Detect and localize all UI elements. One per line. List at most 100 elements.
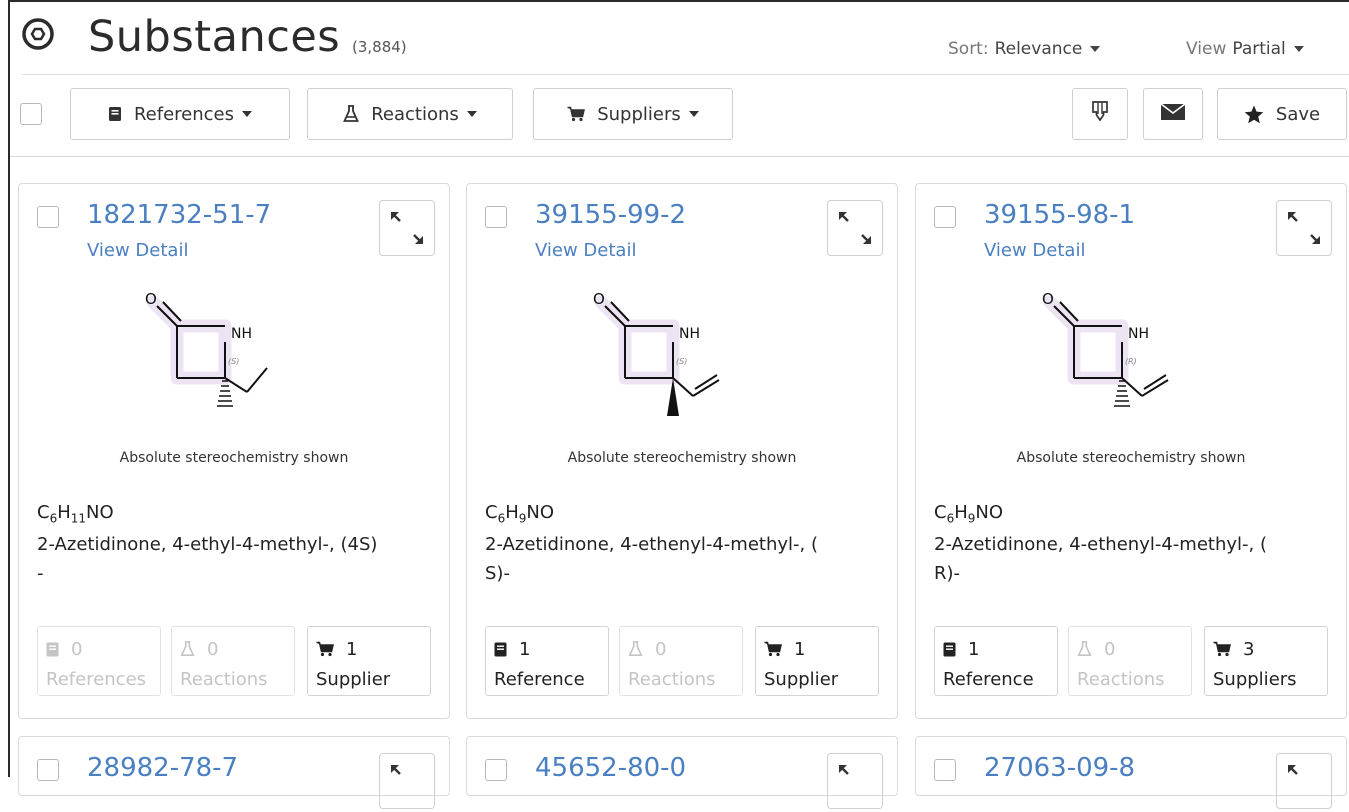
window-frame-top	[8, 0, 1349, 2]
flask-icon	[628, 641, 643, 657]
stereochemistry-note: Absolute stereochemistry shown	[1016, 450, 1246, 466]
molecular-formula: C6H11NO	[37, 502, 114, 526]
substance-card: 39155-98-1 View Detail O NH (R) Absolute…	[915, 183, 1347, 719]
substance-checkbox[interactable]	[37, 759, 59, 781]
reactions-dropdown-button[interactable]: Reactions	[307, 88, 513, 140]
reactions-count-button[interactable]: 0 Reactions	[619, 626, 743, 696]
substance-checkbox[interactable]	[485, 206, 507, 228]
email-button[interactable]	[1143, 88, 1203, 140]
substance-card: 27063-09-8	[915, 736, 1347, 809]
view-dropdown[interactable]: View Partial	[1186, 39, 1304, 59]
oxygen-atom-label: O	[593, 290, 605, 308]
page-title: Substances	[88, 12, 341, 62]
chevron-down-icon	[688, 111, 699, 117]
reactions-count-button[interactable]: 0 Reactions	[1068, 626, 1192, 696]
substance-card: 1821732-51-7 View Detail O NH (S) Absolu…	[18, 183, 450, 719]
download-icon	[1091, 100, 1109, 128]
download-button[interactable]	[1072, 88, 1128, 140]
expand-icon	[391, 212, 423, 244]
chevron-down-icon	[1090, 46, 1101, 52]
substance-name: 2-Azetidinone, 4-ethenyl-4-methyl-, (S)-	[485, 534, 818, 584]
expand-button[interactable]	[1276, 200, 1332, 256]
molecular-formula: C6H9NO	[485, 502, 555, 526]
toolbar-divider	[10, 156, 1349, 157]
substance-name: 2-Azetidinone, 4-ethenyl-4-methyl-, (R)-	[934, 534, 1267, 584]
references-count-button[interactable]: 1 Reference	[934, 626, 1058, 696]
cas-number-link[interactable]: 45652-80-0	[535, 753, 686, 783]
substance-checkbox[interactable]	[37, 206, 59, 228]
view-detail-link[interactable]: View Detail	[984, 240, 1085, 261]
page-header: Substances (3,884) Sort: Relevance View Pa…	[22, 6, 1349, 70]
suppliers-button-label: Suppliers	[597, 103, 681, 125]
cart-icon	[316, 641, 334, 657]
book-icon	[494, 642, 507, 657]
suppliers-count-button[interactable]: 1 Supplier	[307, 626, 431, 696]
view-detail-link[interactable]: View Detail	[535, 240, 636, 261]
expand-icon	[391, 765, 401, 775]
book-icon	[108, 106, 122, 122]
sort-label: Sort:	[948, 39, 989, 59]
sort-dropdown[interactable]: Sort: Relevance	[948, 39, 1101, 59]
stereochemistry-note: Absolute stereochemistry shown	[119, 450, 349, 466]
cas-number-link[interactable]: 27063-09-8	[984, 753, 1135, 783]
nitrogen-atom-label: NH	[231, 326, 252, 342]
references-count-button[interactable]: 0 References	[37, 626, 161, 696]
suppliers-count-button[interactable]: 3 Suppliers	[1204, 626, 1328, 696]
molecule-structure-image: O NH (R)	[1042, 290, 1169, 407]
chevron-down-icon	[466, 111, 477, 117]
flask-icon	[1077, 641, 1092, 657]
expand-button[interactable]	[379, 753, 435, 809]
expand-icon	[1288, 765, 1298, 775]
molecule-structure-image: O NH (S)	[593, 290, 720, 416]
reactions-button-label: Reactions	[371, 103, 459, 125]
expand-icon	[839, 765, 849, 775]
chevron-down-icon	[1293, 46, 1304, 52]
star-icon	[1244, 105, 1264, 124]
expand-icon	[1288, 212, 1320, 244]
oxygen-atom-label: O	[145, 290, 157, 308]
cart-icon	[764, 641, 782, 657]
molecular-formula: C6H9NO	[934, 502, 1004, 526]
result-count: (3,884)	[352, 38, 407, 56]
suppliers-count-button[interactable]: 1 Supplier	[755, 626, 879, 696]
nitrogen-atom-label: NH	[1128, 326, 1149, 342]
substance-checkbox[interactable]	[485, 759, 507, 781]
references-count-button[interactable]: 1 Reference	[485, 626, 609, 696]
expand-button[interactable]	[827, 753, 883, 809]
cas-number-link[interactable]: 39155-98-1	[984, 200, 1135, 230]
cas-number-link[interactable]: 28982-78-7	[87, 753, 238, 783]
view-detail-link[interactable]: View Detail	[87, 240, 188, 261]
select-all-checkbox[interactable]	[20, 103, 42, 125]
window-frame-left	[8, 0, 10, 777]
save-button[interactable]: Save	[1217, 88, 1347, 140]
expand-button[interactable]	[379, 200, 435, 256]
substance-checkbox[interactable]	[934, 759, 956, 781]
view-label: View	[1186, 39, 1227, 59]
book-icon	[943, 642, 956, 657]
sort-value: Relevance	[994, 39, 1083, 59]
suppliers-dropdown-button[interactable]: Suppliers	[533, 88, 733, 140]
substance-card: 39155-99-2 View Detail O NH (S) Absolute…	[466, 183, 898, 719]
oxygen-atom-label: O	[1042, 290, 1054, 308]
reactions-count-button[interactable]: 0 Reactions	[171, 626, 295, 696]
references-dropdown-button[interactable]: References	[70, 88, 290, 140]
stereo-descriptor: (S)	[228, 357, 239, 366]
expand-button[interactable]	[1276, 753, 1332, 809]
stereochemistry-note: Absolute stereochemistry shown	[567, 450, 797, 466]
nitrogen-atom-label: NH	[679, 326, 700, 342]
view-value: Partial	[1232, 39, 1286, 59]
cart-icon	[1213, 641, 1231, 657]
cas-number-link[interactable]: 39155-99-2	[535, 200, 686, 230]
expand-button[interactable]	[827, 200, 883, 256]
chevron-down-icon	[242, 111, 253, 117]
cart-icon	[567, 106, 586, 122]
substance-card: 45652-80-0	[466, 736, 898, 809]
book-icon	[46, 642, 59, 657]
substance-hexagon-icon	[22, 18, 54, 50]
header-divider	[22, 74, 1349, 75]
flask-icon	[180, 641, 195, 657]
molecule-structure-image: O NH (S)	[145, 290, 268, 407]
cas-number-link[interactable]: 1821732-51-7	[87, 200, 271, 230]
stereo-descriptor: (S)	[676, 357, 687, 366]
substance-checkbox[interactable]	[934, 206, 956, 228]
